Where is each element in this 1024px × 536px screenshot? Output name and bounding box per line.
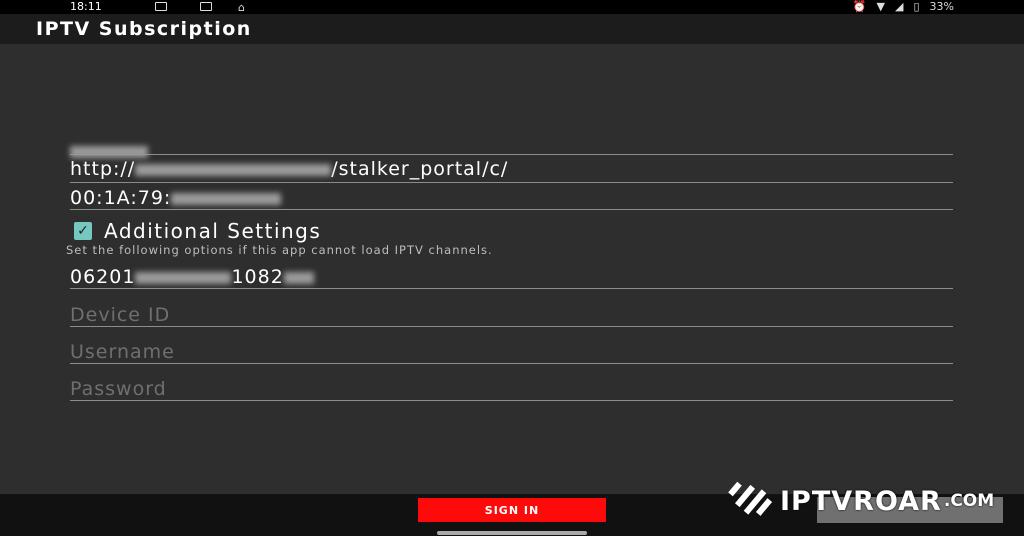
status-bar: 18:11 ⌂ ⏰ ▼ ◢ ▯ 33% xyxy=(0,0,1024,14)
mac-address-field[interactable]: 00:1A:79: xyxy=(70,187,953,210)
watermark-logo: IPTVROAR .COM xyxy=(728,480,994,522)
serial-number-field[interactable]: 06201 1082 xyxy=(70,266,953,289)
url-prefix: http:// xyxy=(70,158,136,180)
redacted-text xyxy=(283,271,314,284)
redacted-text xyxy=(135,163,332,176)
alarm-icon: ⏰ xyxy=(852,0,867,13)
portal-name-field[interactable] xyxy=(70,140,953,158)
serial-suffix: 1082 xyxy=(231,266,284,288)
serial-prefix: 06201 xyxy=(70,266,136,288)
additional-settings-toggle[interactable]: ✓ Additional Settings xyxy=(74,219,321,243)
battery-icon: ▯ xyxy=(913,0,920,13)
device-id-input[interactable]: Device ID xyxy=(70,304,953,327)
redacted-text xyxy=(135,271,232,284)
home-icon: ⌂ xyxy=(238,1,245,14)
mac-prefix: 00:1A:79: xyxy=(70,187,172,209)
url-suffix: /stalker_portal/c/ xyxy=(331,158,509,180)
logo-name: IPTVROAR xyxy=(780,485,942,517)
additional-settings-label: Additional Settings xyxy=(104,219,322,243)
sign-in-button[interactable]: SIGN IN xyxy=(418,498,606,522)
username-placeholder: Username xyxy=(70,341,175,363)
redacted-text xyxy=(70,145,148,158)
checkbox[interactable]: ✓ xyxy=(74,222,92,240)
logo-icon xyxy=(728,481,772,516)
app-bar: IPTV Subscription xyxy=(0,14,1024,44)
additional-settings-hint: Set the following options if this app ca… xyxy=(66,243,493,257)
wifi-icon: ▼ xyxy=(876,0,886,13)
notification-icon xyxy=(200,2,212,11)
password-input[interactable]: Password xyxy=(70,378,953,401)
battery-percent: 33% xyxy=(929,0,954,13)
page-title: IPTV Subscription xyxy=(36,18,252,40)
server-url-field[interactable]: http:// /stalker_portal/c/ xyxy=(70,158,953,183)
gesture-nav-handle[interactable] xyxy=(437,531,587,535)
device-id-placeholder: Device ID xyxy=(70,304,171,326)
redacted-text xyxy=(171,192,282,205)
logo-suffix: .COM xyxy=(943,491,995,511)
password-placeholder: Password xyxy=(70,378,167,400)
clock: 18:11 xyxy=(70,0,102,13)
signal-icon: ◢ xyxy=(895,0,904,13)
status-icons: ⏰ ▼ ◢ ▯ 33% xyxy=(853,0,954,14)
check-icon: ✓ xyxy=(77,223,89,239)
username-input[interactable]: Username xyxy=(70,341,953,364)
notification-icon xyxy=(155,2,167,11)
